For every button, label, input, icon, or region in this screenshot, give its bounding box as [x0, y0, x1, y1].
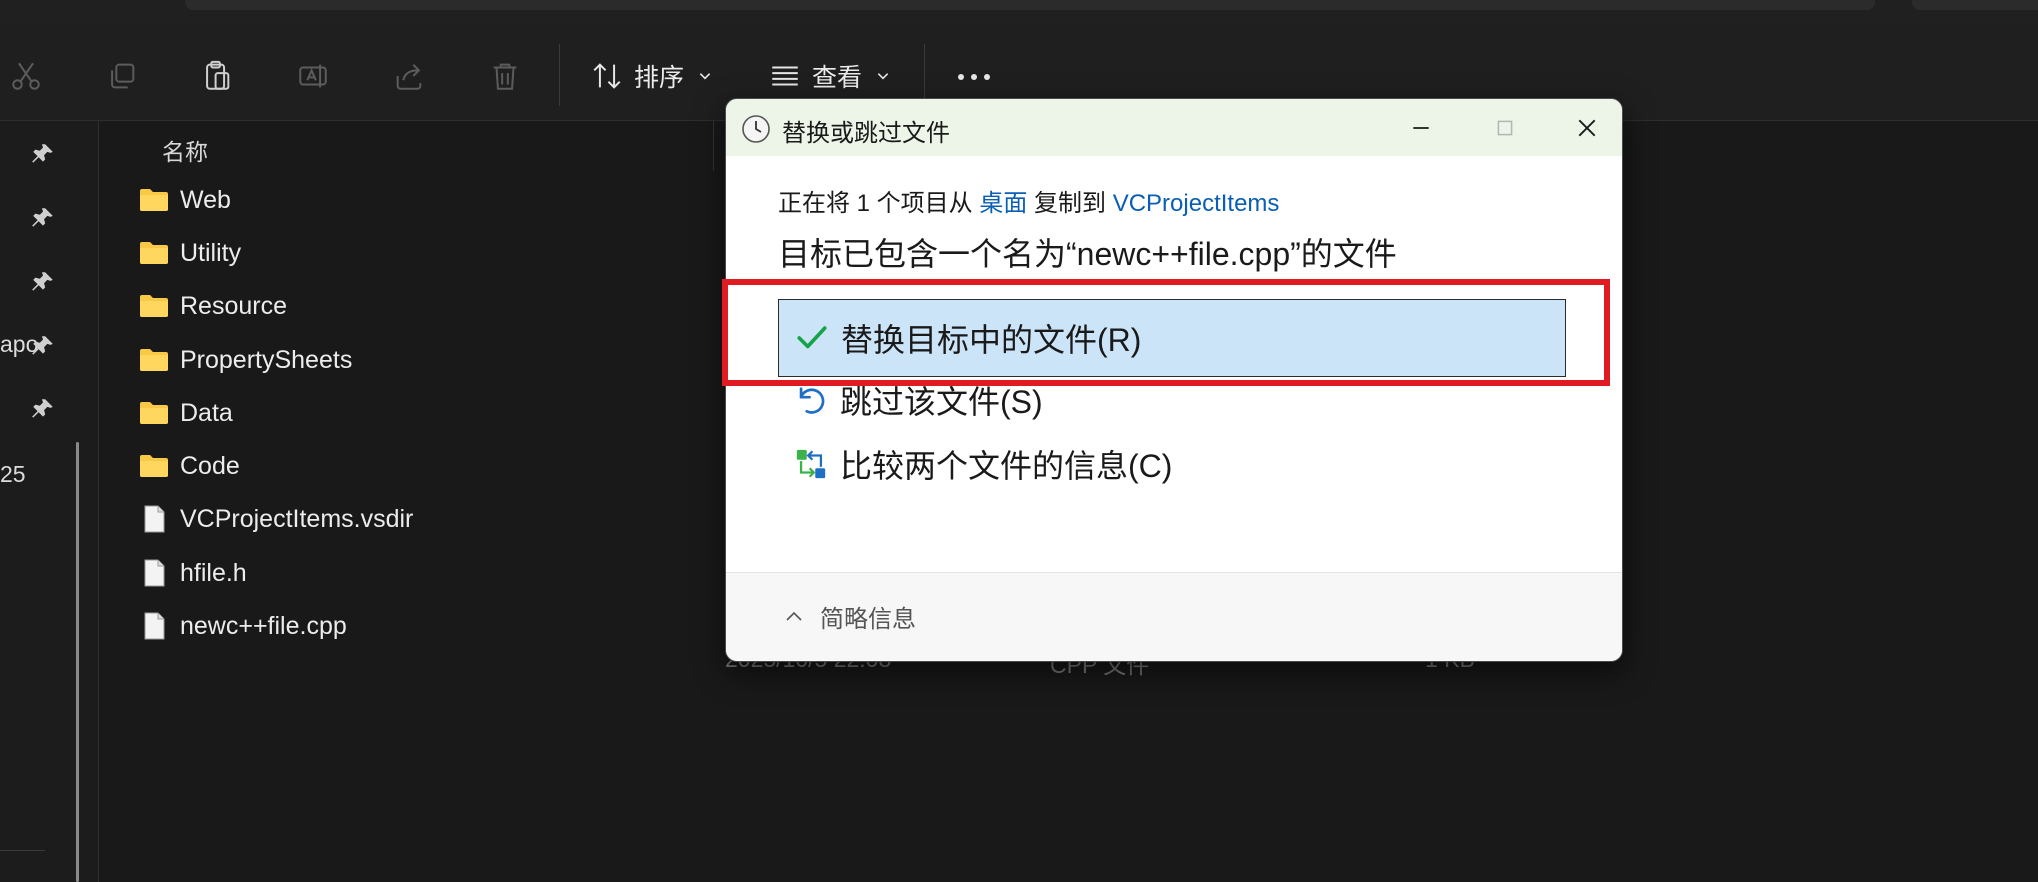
file-name: PropertySheets — [180, 345, 353, 374]
destination-link[interactable]: VCProjectItems — [1113, 190, 1280, 217]
folder-icon — [140, 189, 168, 211]
copy-middle: 复制到 — [1034, 190, 1107, 217]
dialog-title-bar: 替换或跳过文件 — [726, 99, 1622, 156]
file-row[interactable]: VCProjectItems.vsdir — [138, 499, 413, 539]
toolbar-divider — [559, 44, 560, 106]
column-divider[interactable] — [713, 121, 714, 171]
file-row[interactable]: hfile.h — [138, 553, 247, 593]
more-dot — [984, 74, 990, 80]
folder-icon — [140, 295, 168, 317]
close-button[interactable] — [1552, 99, 1622, 156]
file-name: newc++file.cpp — [180, 611, 347, 640]
source-link[interactable]: 桌面 — [979, 190, 1027, 217]
folder-icon — [140, 349, 168, 371]
file-name: VCProjectItems.vsdir — [180, 504, 414, 533]
sort-icon — [593, 63, 621, 89]
pin-icon[interactable] — [30, 333, 56, 359]
view-icon — [772, 66, 798, 86]
chevron-down-icon — [699, 73, 711, 80]
more-dot — [958, 74, 964, 80]
chevron-down-icon — [877, 73, 889, 80]
folder-icon — [140, 242, 168, 264]
file-icon — [144, 559, 165, 587]
file-row[interactable]: Web — [138, 180, 231, 220]
search-box[interactable] — [1912, 0, 2038, 10]
clock-icon — [742, 115, 770, 143]
file-row[interactable]: PropertySheets — [138, 340, 352, 380]
less-info-button[interactable]: 简略信息 — [784, 599, 916, 634]
sort-button[interactable]: 排序 — [590, 56, 712, 96]
copy-icon[interactable] — [102, 56, 142, 96]
file-row[interactable]: Data — [138, 393, 233, 433]
pin-icon[interactable] — [30, 396, 56, 422]
file-name: Utility — [180, 238, 242, 267]
more-dot — [971, 74, 977, 80]
more-options-button[interactable] — [958, 74, 990, 80]
folder-icon — [140, 402, 168, 424]
maximize-icon — [1497, 120, 1513, 135]
paste-icon[interactable] — [197, 56, 237, 96]
file-icon — [144, 505, 165, 533]
pin-icon[interactable] — [30, 205, 56, 231]
file-name: Data — [180, 398, 233, 427]
sort-label: 排序 — [634, 64, 685, 92]
file-row[interactable]: Code — [138, 446, 240, 486]
address-bar[interactable] — [185, 0, 1875, 10]
maximize-button[interactable] — [1470, 99, 1540, 156]
nav-divider — [0, 850, 45, 851]
dialog-footer: 简略信息 — [726, 573, 1622, 661]
minimize-icon — [1413, 126, 1429, 129]
folder-icon — [140, 455, 168, 477]
file-name: Resource — [180, 291, 287, 320]
close-icon — [1578, 119, 1596, 136]
copy-prefix: 正在将 1 个项目从 — [778, 190, 973, 217]
undo-arrow-icon — [792, 381, 830, 419]
copy-description: 正在将 1 个项目从 桌面 复制到 VCProjectItems — [778, 183, 1279, 218]
share-icon[interactable] — [389, 56, 429, 96]
file-name: Web — [180, 185, 231, 214]
column-header-name[interactable]: 名称 — [162, 133, 208, 167]
file-icon — [144, 612, 165, 640]
nav-scrollbar[interactable] — [76, 442, 79, 882]
chevron-up-icon — [786, 611, 802, 621]
nav-item-number[interactable]: 25 — [0, 461, 26, 488]
less-info-label: 简略信息 — [820, 606, 916, 633]
compare-option[interactable]: 比较两个文件的信息(C) — [778, 425, 1566, 503]
compare-files-icon — [792, 445, 830, 483]
file-row[interactable]: newc++file.cpp — [138, 606, 347, 646]
delete-icon[interactable] — [485, 56, 525, 96]
navigation-pane: apo 25 — [0, 121, 99, 882]
pin-icon[interactable] — [30, 269, 56, 295]
minimize-button[interactable] — [1386, 99, 1456, 156]
file-name: hfile.h — [180, 558, 247, 587]
highlight-box — [722, 279, 1610, 386]
cut-icon[interactable] — [6, 56, 46, 96]
file-row[interactable]: Resource — [138, 286, 287, 326]
conflict-message: 目标已包含一个名为“newc++file.cpp”的文件 — [778, 236, 1397, 272]
pin-icon[interactable] — [30, 141, 56, 167]
file-row[interactable]: Utility — [138, 233, 241, 273]
view-button[interactable]: 查看 — [768, 56, 890, 96]
title-bar — [0, 0, 2038, 26]
view-label: 查看 — [812, 64, 863, 92]
toolbar-divider — [924, 44, 925, 106]
file-name: Code — [180, 451, 240, 480]
dialog-title: 替换或跳过文件 — [782, 120, 950, 147]
rename-icon[interactable] — [293, 56, 333, 96]
compare-option-label: 比较两个文件的信息(C) — [840, 448, 1173, 484]
